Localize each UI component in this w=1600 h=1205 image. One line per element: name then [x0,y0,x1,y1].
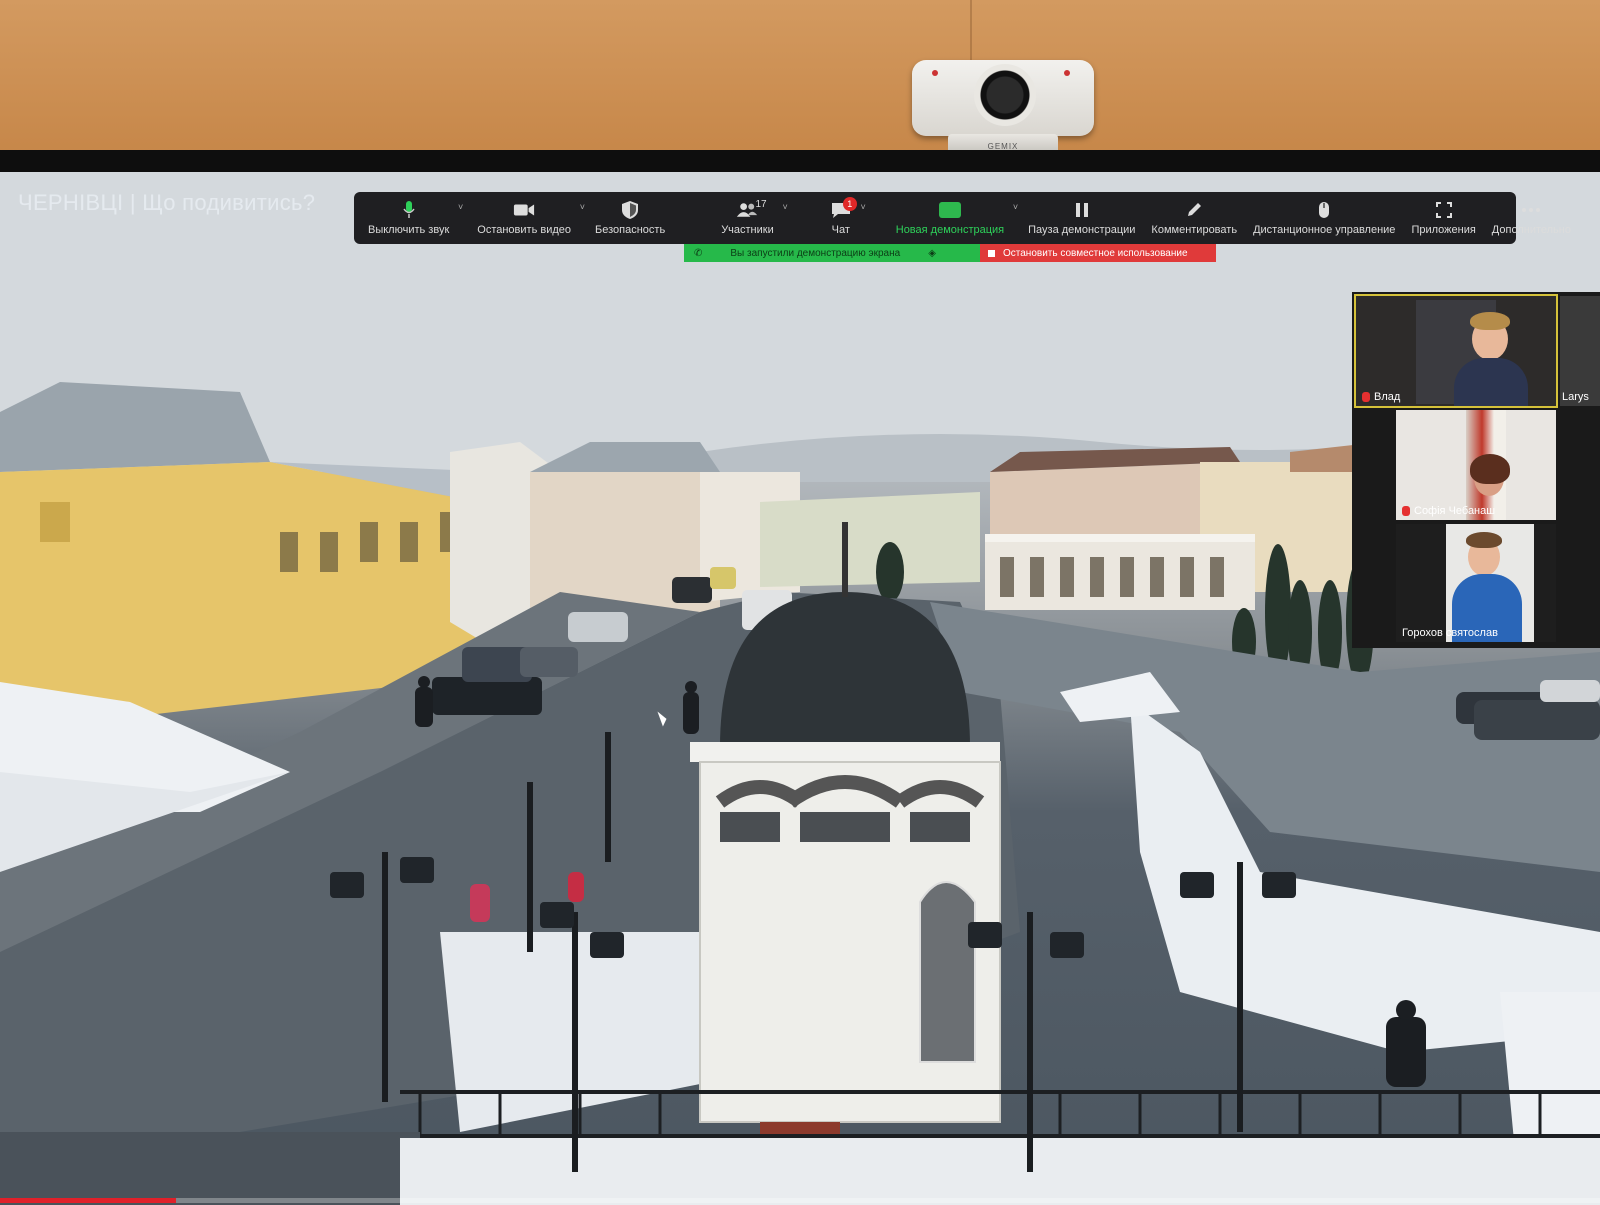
participant-tile[interactable]: Влад [1354,294,1558,408]
new-share-button[interactable]: Новая демонстрация ˅ [888,193,1018,243]
participant-name: Софія Чебанаш [1402,505,1495,517]
chevron-down-icon[interactable]: ˅ [860,202,865,212]
apps-label: Приложения [1411,224,1476,236]
shield-check-icon: ◈ [928,247,936,259]
video-title: ЧЕРНІВЦІ | Що подивитись? [18,190,316,215]
chevron-down-icon[interactable]: ˅ [1013,202,1018,212]
remote-control-label: Дистанционное управление [1253,224,1396,236]
video-camera-icon [513,200,535,220]
annotate-label: Комментировать [1151,224,1238,236]
mute-button[interactable]: Выключить звук ˅ [360,193,463,243]
pause-share-label: Пауза демонстрации [1028,224,1136,236]
remote-control-button[interactable]: Дистанционное управление [1245,193,1403,243]
sharing-status: ✆ Вы запустили демонстрацию экрана ◈ [684,244,980,262]
participants-label: Участники [721,224,774,236]
video-progress-fill [0,1198,176,1203]
chevron-down-icon[interactable]: ˅ [782,202,787,212]
annotate-button[interactable]: Комментировать [1143,193,1245,243]
pause-icon [1071,200,1093,220]
room-wall [0,0,1600,160]
chevron-down-icon[interactable]: ˅ [580,202,585,212]
participant-hair [1466,532,1502,548]
stop-video-button[interactable]: Остановить видео ˅ [469,193,585,243]
participant-hair [1470,312,1510,330]
participant-count: 17 [755,199,767,210]
pencil-icon [1183,200,1205,220]
participant-shirt [1454,358,1528,406]
microphone-icon [398,200,420,220]
participant-tile[interactable]: Софія Чебанаш [1396,410,1556,520]
apps-icon [1433,200,1455,220]
new-share-label: Новая демонстрация [895,224,1005,236]
stop-sharing-button[interactable]: Остановить совместное использование [980,244,1216,262]
mic-muted-icon [1362,392,1370,402]
video-progress-bar[interactable] [0,1198,1600,1203]
stop-video-label: Остановить видео [477,224,572,236]
participant-tile[interactable]: Larys [1560,296,1600,406]
security-label: Безопасность [595,224,666,236]
webcam-indicator [932,70,938,76]
webcam [912,60,1094,136]
participant-name: Горохов святослав [1402,627,1498,639]
stop-sharing-label: Остановить совместное использование [1003,247,1188,259]
webcam-indicator [1064,70,1070,76]
chat-label: Чат [831,224,850,236]
apps-button[interactable]: Приложения [1403,193,1483,243]
shield-icon [619,200,641,220]
mouse-icon [1313,200,1335,220]
share-screen-icon [938,200,961,220]
participants-video-panel: Влад Larys Софія Чебанаш Горохов святосл… [1352,292,1600,648]
chat-unread-badge: 1 [842,197,857,211]
webcam-lens [974,64,1036,126]
stop-icon [988,249,995,257]
share-banner: ✆ Вы запустили демонстрацию экрана ◈ Ост… [684,244,1216,262]
sharing-status-text: Вы запустили демонстрацию экрана [730,247,901,259]
mic-muted-icon [1402,506,1410,516]
shared-screen: ЧЕРНІВЦІ | Що подивитись? Выключить звук… [0,172,1600,1205]
participant-hair [1470,454,1510,484]
participant-tile[interactable]: Горохов святослав [1396,524,1556,642]
chevron-down-icon[interactable]: ˅ [458,202,463,212]
more-icon [1520,200,1542,220]
more-label: Дополнительно [1491,224,1571,236]
participant-name: Влад [1362,391,1400,403]
mute-label: Выключить звук [368,224,450,236]
more-button[interactable]: Дополнительно [1484,193,1579,243]
phone-icon: ✆ [694,247,703,259]
zoom-toolbar: Выключить звук ˅ Остановить видео ˅ Безо… [354,192,1571,244]
chat-button[interactable]: 1 Чат ˅ [822,193,866,243]
security-button[interactable]: Безопасность [587,193,673,243]
pause-share-button[interactable]: Пауза демонстрации [1020,193,1143,243]
participant-name: Larys [1562,391,1589,403]
participants-button[interactable]: 17 Участники ˅ [713,193,788,243]
